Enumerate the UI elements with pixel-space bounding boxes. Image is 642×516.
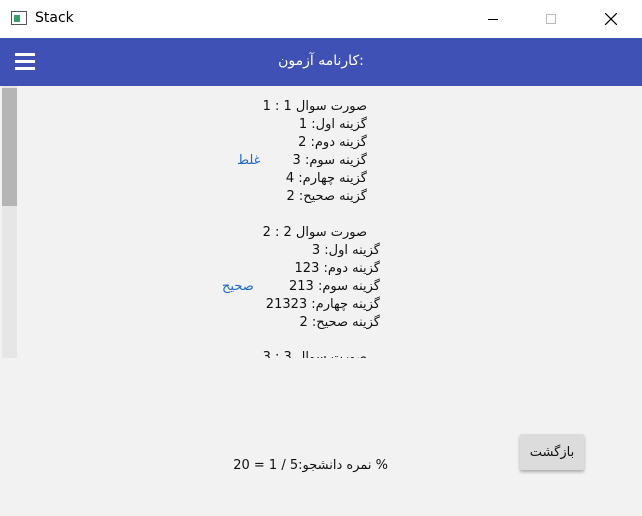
minimize-icon	[488, 18, 498, 20]
minimize-button[interactable]	[470, 0, 516, 38]
maximize-button[interactable]	[528, 0, 574, 38]
app-header: کارنامه آزمون:	[0, 38, 642, 86]
results-scroll-area[interactable]: صورت سوال 1 : 1 گزینه اول: 1 گزینه دوم: …	[0, 86, 642, 358]
window-title-bar: Stack	[0, 0, 642, 38]
question-2-option-3: گزینه سوم: 213	[288, 279, 380, 294]
close-icon	[605, 13, 617, 25]
question-2-correct-answer: گزینه صحیح: 2	[299, 315, 380, 330]
app-icon	[11, 11, 27, 25]
question-1-option-4: گزینه چهارم: 4	[285, 171, 367, 186]
question-2-result: صحیح	[222, 279, 254, 294]
question-1-result: غلط	[237, 153, 261, 168]
window-title: Stack	[35, 10, 74, 26]
scrollbar-thumb[interactable]	[2, 88, 17, 206]
close-button[interactable]	[588, 0, 634, 38]
question-1-correct-answer: گزینه صحیح: 2	[286, 189, 367, 204]
question-1-text: صورت سوال 1 : 1	[262, 99, 367, 114]
maximize-icon	[546, 14, 556, 24]
question-2-option-2: گزینه دوم: 123	[294, 261, 380, 276]
back-button[interactable]: بازگشت	[520, 434, 584, 470]
question-2-option-1: گزینه اول: 3	[311, 243, 380, 258]
question-2-text: صورت سوال 2 : 2	[262, 225, 367, 240]
student-score: نمره دانشجو:5 / 1 = 20 %	[233, 458, 388, 473]
question-1-option-1: گزینه اول: 1	[298, 117, 367, 132]
question-3-text: صورت سوال 3 : 3	[262, 350, 367, 358]
page-title: کارنامه آزمون:	[278, 53, 364, 69]
question-1-option-2: گزینه دوم: 2	[298, 135, 367, 150]
question-2-option-4: گزینه چهارم: 21323	[265, 297, 380, 312]
question-1-option-3: گزینه سوم: 3	[292, 153, 367, 168]
